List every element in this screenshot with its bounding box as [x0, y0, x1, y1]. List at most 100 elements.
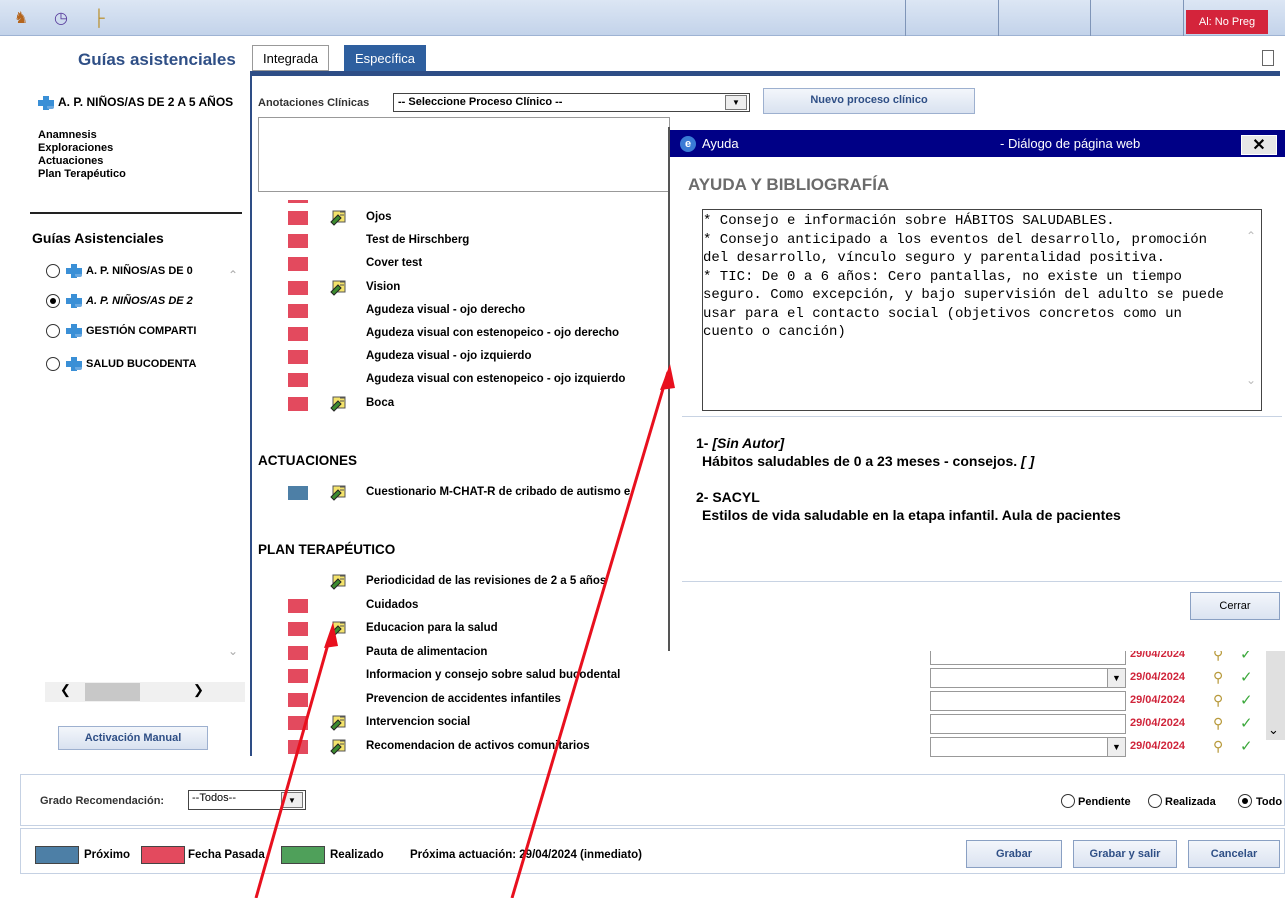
grado-select[interactable]: --Todos-- ▼ [188, 790, 306, 810]
plan-label[interactable]: Cuidados [366, 599, 418, 611]
divider [30, 212, 242, 214]
status-input[interactable] [930, 691, 1126, 711]
chevron-down-icon[interactable]: ▼ [1107, 738, 1125, 756]
plan-label[interactable]: Prevencion de accidentes infantiles [366, 693, 561, 705]
plan-title: PLAN TERAPÉUTICO [258, 542, 396, 557]
save-exit-button[interactable]: Grabar y salir [1073, 840, 1177, 868]
exploracion-label[interactable]: Agudeza visual con estenopeico - ojo der… [366, 327, 619, 339]
close-icon[interactable]: ✕ [1241, 135, 1277, 155]
scroll-down-icon[interactable]: ⌄ [1246, 373, 1256, 387]
section-link-exploraciones[interactable]: Exploraciones [38, 142, 113, 154]
manual-activation-button[interactable]: Activación Manual [58, 726, 208, 750]
reference-1-link[interactable]: Hábitos saludables de 0 a 23 meses - con… [702, 453, 1034, 469]
exploracion-label[interactable]: Agudeza visual - ojo izquierdo [366, 350, 532, 362]
alert-badge[interactable]: Al: No Preg [1186, 10, 1268, 34]
edit-note-icon[interactable] [330, 737, 348, 755]
help-textarea[interactable]: * Consejo e información sobre HÁBITOS SA… [702, 209, 1262, 411]
guide-item[interactable]: A. P. NIÑOS/AS DE 0 [66, 264, 193, 278]
plan-label[interactable]: Intervencion social [366, 716, 470, 728]
tab-especifica[interactable]: Específica [344, 45, 426, 71]
chevron-down-icon[interactable]: ▼ [725, 95, 747, 110]
reference-2-header: 2- SACYL [696, 489, 760, 505]
actuacion-label[interactable]: Cuestionario M-CHAT-R de cribado de auti… [366, 486, 630, 498]
scroll-right-icon[interactable]: ❯ [193, 682, 204, 698]
save-button[interactable]: Grabar [966, 840, 1062, 868]
guide-item[interactable]: A. P. NIÑOS/AS DE 2 [66, 294, 193, 308]
exploracion-label[interactable]: Ojos [366, 211, 392, 223]
edit-note-icon[interactable] [330, 483, 348, 501]
search-icon[interactable]: ⚲ [1213, 738, 1223, 755]
exploracion-label[interactable]: Cover test [366, 257, 422, 269]
plan-label[interactable]: Pauta de alimentacion [366, 646, 487, 658]
filter-radio-realizada[interactable] [1148, 794, 1162, 808]
check-icon[interactable]: ✓ [1240, 668, 1253, 686]
filter-radio-pendiente[interactable] [1061, 794, 1075, 808]
edit-note-icon[interactable] [330, 208, 348, 226]
ref-author: [Sin Autor] [712, 435, 785, 451]
edit-note-icon[interactable] [330, 394, 348, 412]
plan-label[interactable]: Periodicidad de las revisiones de 2 a 5 … [366, 575, 606, 587]
guide-item[interactable]: GESTIÓN COMPARTI [66, 324, 196, 338]
edit-note-icon[interactable] [330, 278, 348, 296]
page-icon[interactable] [1262, 50, 1274, 66]
chevron-down-icon[interactable]: ▼ [1107, 669, 1125, 687]
edit-note-icon[interactable] [330, 572, 348, 590]
exploracion-label[interactable]: Vision [366, 281, 400, 293]
status-square [288, 200, 308, 203]
scroll-up-icon[interactable]: ⌃ [228, 268, 238, 282]
search-icon[interactable]: ⚲ [1213, 692, 1223, 709]
close-button[interactable]: Cerrar [1190, 592, 1280, 620]
edit-note-icon[interactable] [330, 619, 348, 637]
status-select[interactable]: ▼ [930, 737, 1126, 757]
filter-radio-todo[interactable] [1238, 794, 1252, 808]
top-toolbar: ♞ ◷ ├ [0, 0, 1285, 36]
status-select[interactable]: ▼ [930, 668, 1126, 688]
annotations-textarea[interactable] [258, 117, 670, 192]
plan-label[interactable]: Educacion para la salud [366, 622, 498, 634]
section-link-plan[interactable]: Plan Terapéutico [38, 168, 126, 180]
status-square [288, 257, 308, 272]
check-icon[interactable]: ✓ [1240, 691, 1253, 709]
section-link-actuaciones[interactable]: Actuaciones [38, 155, 103, 167]
vertical-scrollbar[interactable]: ⌄ [1266, 650, 1285, 740]
exploracion-label[interactable]: Agudeza visual - ojo derecho [366, 304, 525, 316]
guide-radio-0[interactable] [46, 264, 60, 278]
search-icon[interactable]: ⚲ [1213, 669, 1223, 686]
reference-2-link[interactable]: Estilos de vida saludable en la etapa in… [702, 507, 1121, 523]
section-link-anamnesis[interactable]: Anamnesis [38, 129, 97, 141]
chevron-down-icon[interactable]: ▼ [281, 792, 303, 808]
guide-radio-2[interactable] [46, 324, 60, 338]
exploracion-label[interactable]: Agudeza visual con estenopeico - ojo izq… [366, 373, 625, 385]
plan-label[interactable]: Recomendacion de activos comunitarios [366, 740, 590, 752]
status-square [288, 234, 308, 249]
edit-note-icon[interactable] [330, 713, 348, 731]
process-select[interactable]: -- Seleccione Proceso Clínico -- ▼ [393, 93, 750, 112]
guide-item[interactable]: SALUD BUCODENTA [66, 357, 196, 371]
search-icon[interactable]: ⚲ [1213, 715, 1223, 732]
exploracion-label[interactable]: Test de Hirschberg [366, 234, 469, 246]
guide-radio-3[interactable] [46, 357, 60, 371]
due-date: 29/04/2024 [1130, 717, 1186, 729]
current-guide[interactable]: A. P. NIÑOS/AS DE 2 A 5 AÑOS [38, 96, 250, 110]
check-icon[interactable]: ✓ [1240, 737, 1253, 755]
scroll-left-icon[interactable]: ❮ [60, 682, 71, 698]
new-process-button[interactable]: Nuevo proceso clínico [763, 88, 975, 114]
ref-title: Hábitos saludables de 0 a 23 meses - con… [702, 453, 1018, 469]
filter-label: Realizada [1165, 796, 1216, 808]
clock-icon[interactable]: ◷ [50, 8, 72, 30]
scroll-down-icon[interactable]: ⌄ [228, 644, 238, 658]
medical-cross-icon [66, 264, 82, 278]
horizontal-scrollbar[interactable]: ❮ ❯ [45, 682, 245, 702]
plan-label[interactable]: Informacion y consejo sobre salud bucode… [366, 669, 620, 681]
chevron-down-icon[interactable]: ⌄ [1268, 722, 1279, 738]
scrollbar-thumb[interactable] [85, 683, 140, 701]
tree-icon[interactable]: ├ [88, 8, 110, 30]
guide-radio-1[interactable] [46, 294, 60, 308]
exploracion-label[interactable]: Boca [366, 397, 394, 409]
check-icon[interactable]: ✓ [1240, 714, 1253, 732]
tab-integrada[interactable]: Integrada [252, 45, 329, 71]
status-input[interactable] [930, 714, 1126, 734]
scroll-up-icon[interactable]: ⌃ [1246, 229, 1256, 243]
users-add-icon[interactable]: ♞ [10, 8, 32, 30]
cancel-button[interactable]: Cancelar [1188, 840, 1280, 868]
